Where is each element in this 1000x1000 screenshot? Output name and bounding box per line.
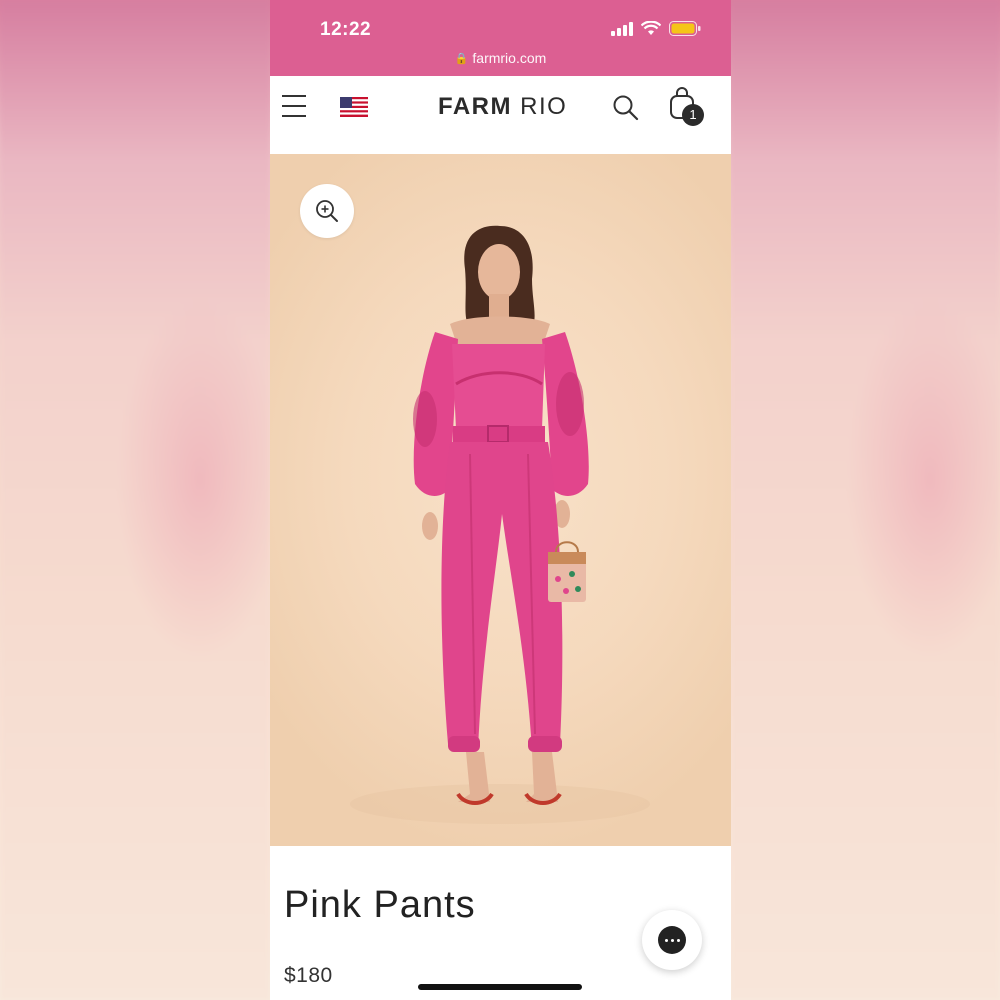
hamburger-menu-icon[interactable] xyxy=(282,95,308,121)
us-flag-icon[interactable] xyxy=(340,97,368,117)
wifi-icon xyxy=(641,21,661,35)
site-header: FARM RIO 1 xyxy=(270,76,731,154)
status-icons xyxy=(611,21,701,36)
address-bar[interactable]: 🔒 farmrio.com xyxy=(270,50,731,66)
product-title: Pink Pants xyxy=(284,884,476,926)
chat-bubble-icon xyxy=(658,926,686,954)
chat-button[interactable] xyxy=(642,910,702,970)
model-photo xyxy=(350,225,650,824)
blurred-background-right xyxy=(730,0,1000,1000)
shopping-bag-button[interactable]: 1 xyxy=(668,86,708,128)
status-bar: 12:22 🔒 farmrio.com xyxy=(270,0,731,76)
battery-icon xyxy=(669,21,701,36)
home-indicator[interactable] xyxy=(418,984,582,990)
product-image[interactable] xyxy=(270,154,731,846)
signal-icon xyxy=(611,21,633,36)
logo-rio: RIO xyxy=(520,93,568,120)
status-time: 12:22 xyxy=(320,19,372,40)
cart-count-badge: 1 xyxy=(682,104,704,126)
zoom-button[interactable] xyxy=(300,184,354,238)
product-price: $180 xyxy=(284,964,333,987)
url-text: farmrio.com xyxy=(472,50,547,66)
phone-screen: 12:22 🔒 farmrio.com FARM RIO 1 Pink Pant… xyxy=(270,0,731,1000)
brand-logo[interactable]: FARM RIO xyxy=(438,93,567,121)
logo-farm: FARM xyxy=(438,93,512,120)
search-icon[interactable] xyxy=(612,94,640,122)
lock-icon: 🔒 xyxy=(454,53,469,65)
blurred-background-left xyxy=(0,0,270,1000)
zoom-in-icon xyxy=(316,200,338,222)
